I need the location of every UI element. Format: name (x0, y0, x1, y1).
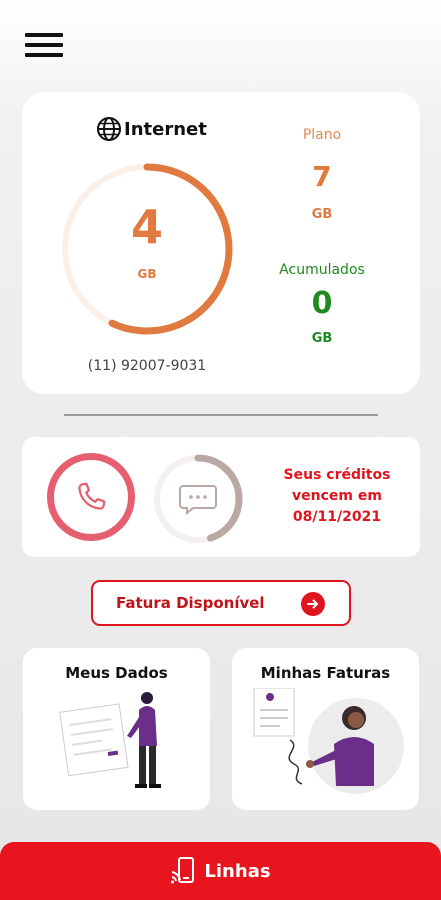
acumulados-value: 0 (311, 286, 333, 321)
profile-illustration (59, 692, 161, 788)
invoice-available-button[interactable]: Fatura Disponível (91, 580, 351, 626)
credit-expiry-text: Seus créditos vencem em 08/11/2021 (262, 465, 412, 528)
internet-remaining-unit: GB (137, 267, 157, 281)
phone-icon (78, 482, 106, 510)
lines-button[interactable]: Linhas (0, 842, 441, 900)
credits-card: Seus créditos vencem em 08/11/2021 (22, 437, 420, 557)
my-invoices-card[interactable]: Minhas Faturas (232, 648, 419, 810)
credit-expiry-line1: Seus créditos (283, 467, 391, 483)
phone-lines-icon (171, 857, 195, 884)
internet-card: Internet 4 GB (11) 92007-9031 Plano 7 GB… (22, 92, 420, 394)
arrow-right-circle-icon (301, 592, 325, 616)
invoice-available-label: Fatura Disponível (116, 594, 265, 612)
section-divider (64, 414, 378, 416)
internet-remaining-value: 4 (130, 200, 163, 254)
my-data-title: Meus Dados (65, 664, 168, 682)
hamburger-menu-icon (25, 33, 63, 37)
plano-value: 7 (312, 160, 332, 193)
menu-button[interactable] (25, 33, 63, 59)
globe-icon (97, 117, 121, 141)
internet-title: Internet (96, 116, 207, 142)
sms-credit-gauge[interactable] (152, 453, 244, 545)
my-invoices-title: Minhas Faturas (260, 664, 391, 682)
my-data-card[interactable]: Meus Dados (23, 648, 210, 810)
plano-unit: GB (311, 207, 333, 222)
lines-label: Linhas (204, 860, 271, 882)
call-credit-button[interactable] (47, 453, 135, 541)
internet-label: Internet (124, 118, 207, 140)
plano-label: Plano (302, 127, 342, 143)
invoices-illustration (253, 688, 404, 794)
phone-number: (11) 92007-9031 (87, 358, 207, 374)
credit-expiry-line2: vencem em (292, 488, 382, 504)
credit-expiry-date: 08/11/2021 (292, 509, 382, 525)
chat-bubble-icon (179, 485, 217, 516)
acumulados-label: Acumulados (279, 262, 365, 278)
acumulados-unit: GB (311, 331, 333, 346)
